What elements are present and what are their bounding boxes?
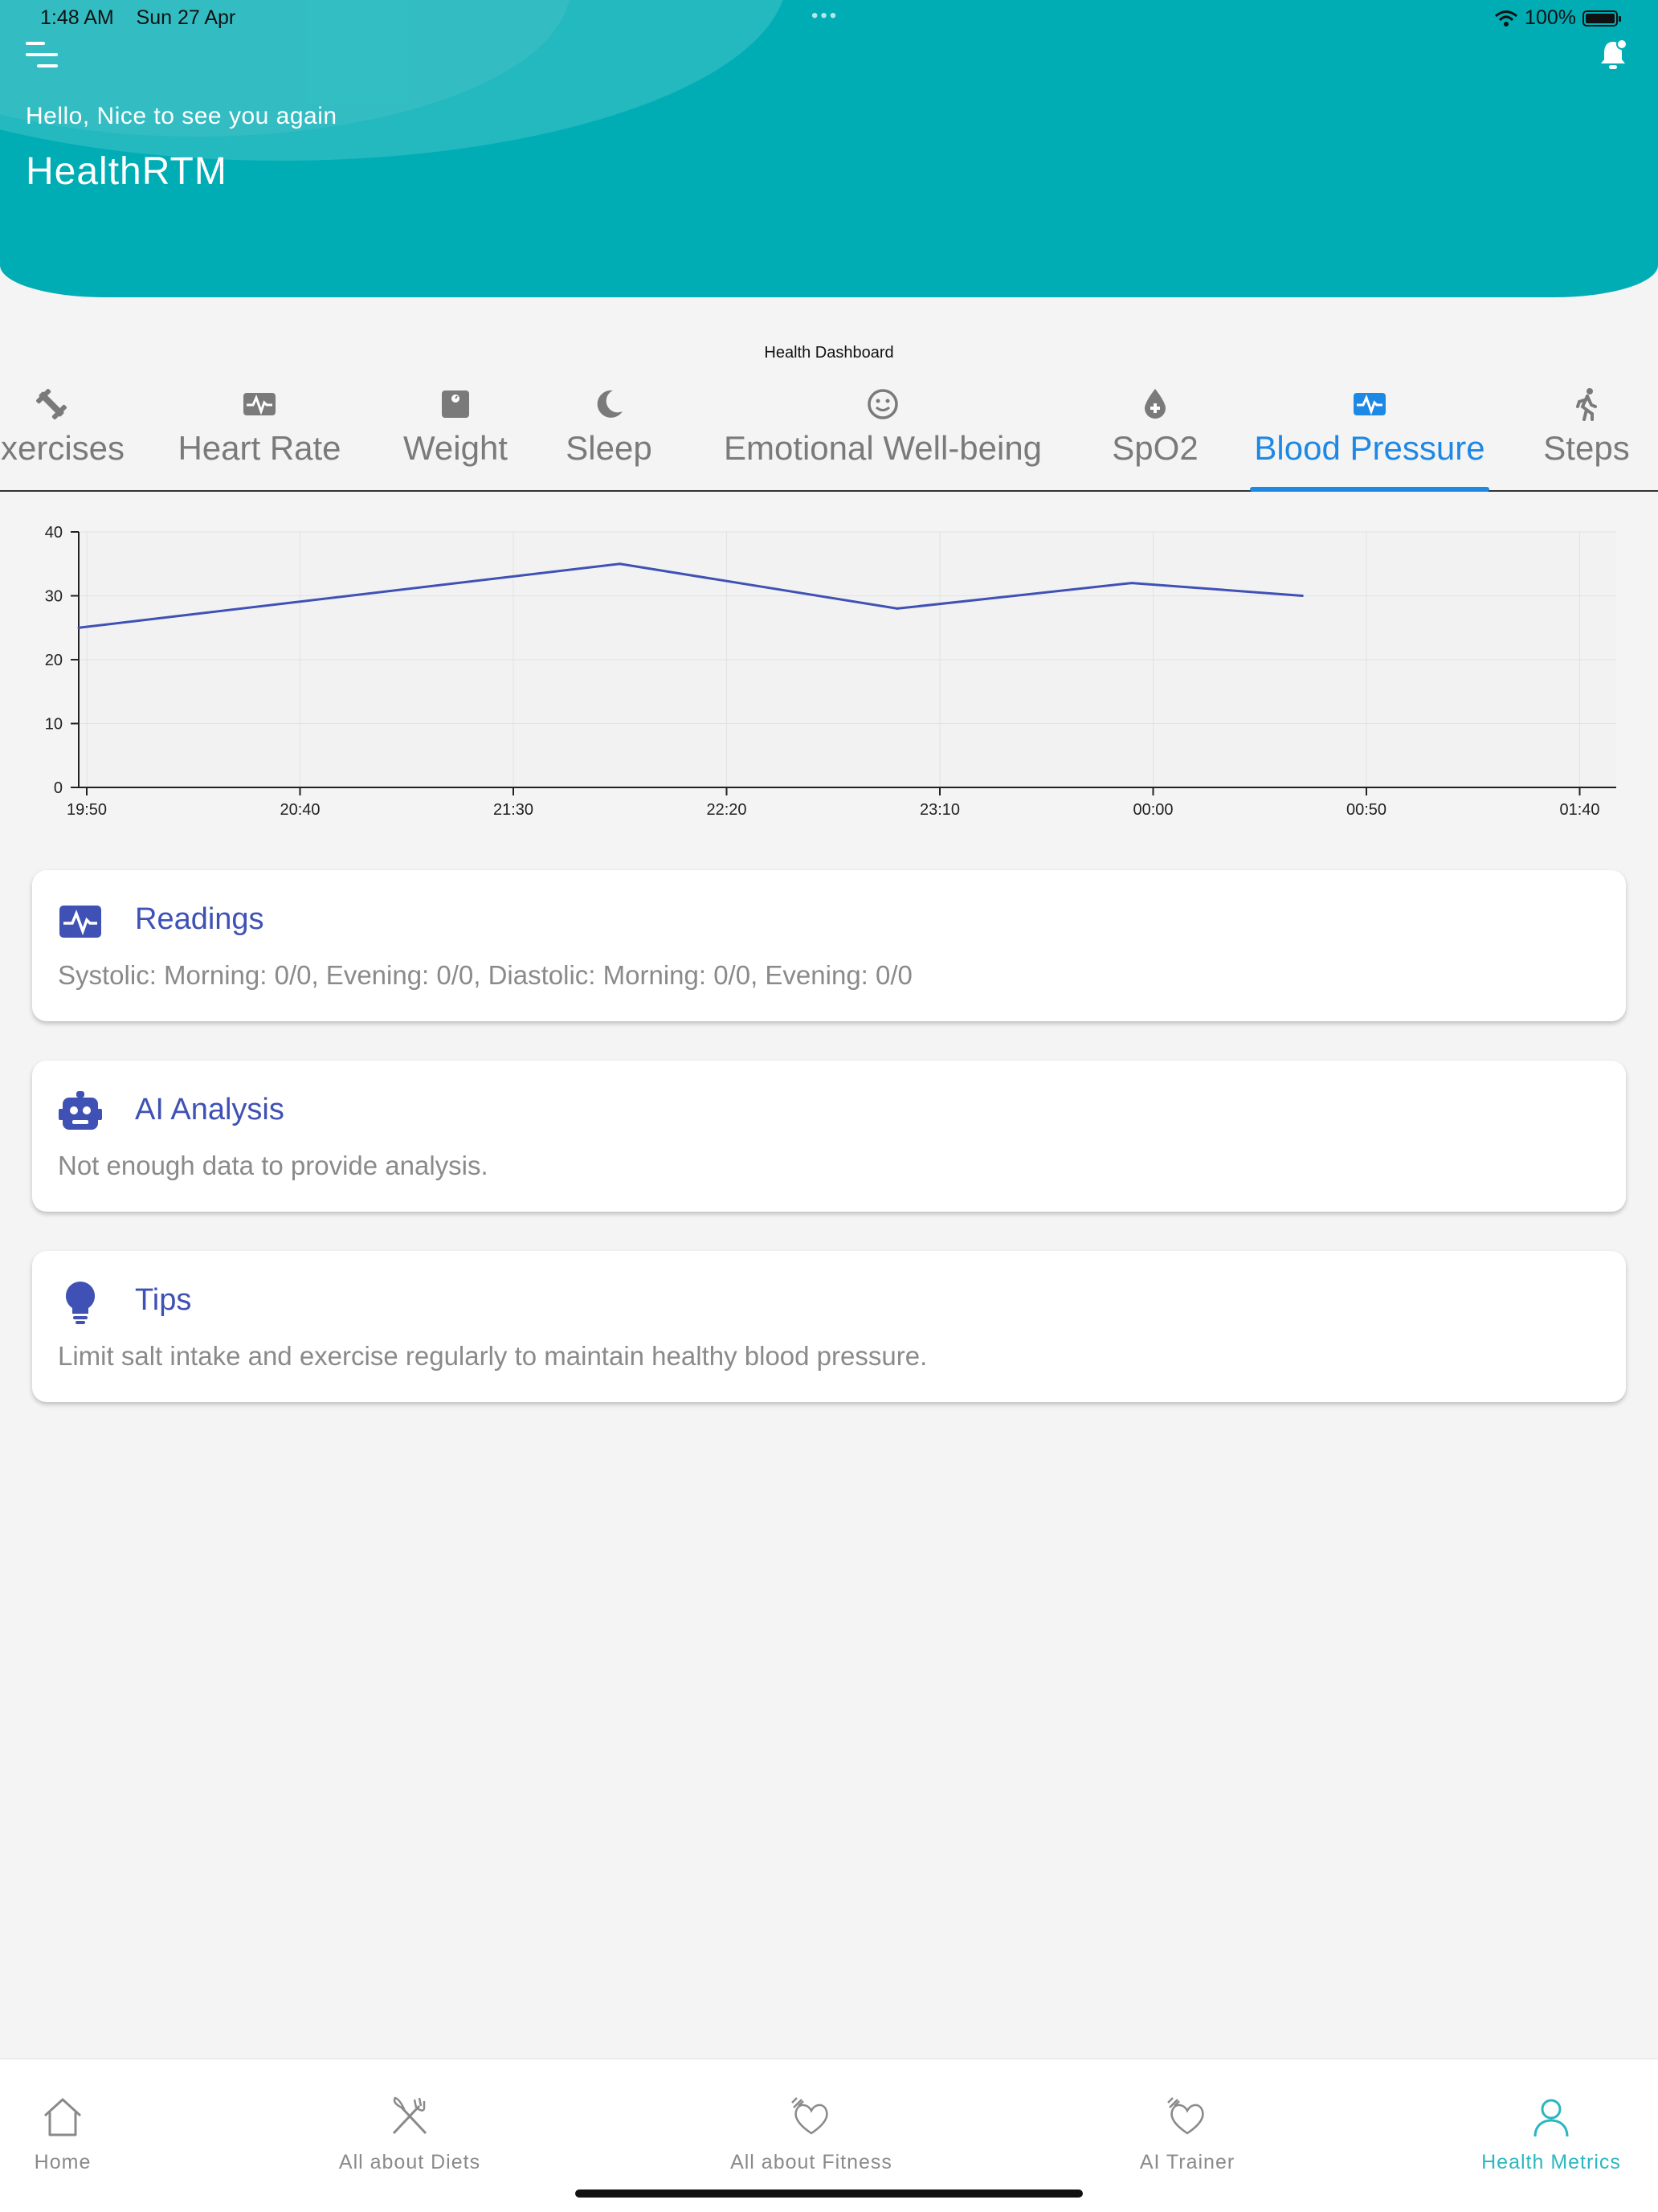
nav-ai-trainer[interactable]: AI Trainer [1118,2059,1256,2180]
smiley-icon [868,389,898,419]
ai-analysis-text: Not enough data to provide analysis. [58,1151,488,1180]
walking-icon [1576,388,1597,421]
greeting-text: Hello, Nice to see you again [26,103,337,129]
blood-drop-icon [1145,389,1166,419]
tab-label: Heart Rate [178,429,341,467]
tab-blood-pressure[interactable]: Blood Pressure [1250,378,1489,492]
tab-label: Emotional Well-being [723,429,1043,467]
tips-card: Tips Limit salt intake and exercise regu… [32,1251,1626,1402]
tab-heart-rate[interactable]: Heart Rate [174,378,345,490]
x-tick-label: 21:30 [493,801,533,819]
tips-text: Limit salt intake and exercise regularly… [58,1341,928,1371]
x-tick-label: 22:20 [706,801,746,819]
tab-spo2[interactable]: SpO2 [1112,378,1199,490]
tab-label: SpO2 [1112,429,1199,467]
data-point [1130,582,1133,585]
line-chart: 0 10 20 30 40 19:50 20:40 21:30 22:20 23:10 00:00 0… [45,524,1616,819]
x-tick-label: 00:00 [1133,801,1173,819]
status-bar-time: 1:48 AM Sun 27 Apr [40,6,235,30]
tab-exercises[interactable]: Exercises [0,378,130,490]
readings-title: Readings [135,902,264,936]
nav-label: Health Metrics [1481,2151,1621,2173]
robot-icon [59,1091,102,1130]
moon-icon [597,390,623,418]
nav-health-metrics[interactable]: Health Metrics [1470,2059,1632,2180]
menu-icon[interactable] [26,39,61,71]
status-time: 1:48 AM [40,6,114,29]
person-icon [1533,2099,1569,2137]
y-tick-label: 0 [54,779,63,797]
nav-label: All about Diets [338,2151,481,2173]
nav-all-about-fitness[interactable]: All about Fitness [707,2059,916,2180]
tab-label: Sleep [566,429,652,467]
x-tick-label: 20:40 [280,801,320,819]
data-point [77,626,80,629]
tab-label: Weight [403,429,508,467]
data-point [1301,595,1304,597]
notification-bell-icon[interactable] [1597,37,1629,72]
blood-pressure-chart: 0 10 20 30 40 19:50 20:40 21:30 22:20 23:10 00:00 0… [0,514,1658,836]
nav-label: All about Fitness [730,2151,892,2173]
tab-weight[interactable]: Weight [397,378,514,490]
data-point [896,607,899,610]
home-icon [43,2098,82,2136]
home-indicator [575,2190,1083,2198]
fork-knife-icon [392,2096,427,2135]
tab-label: Blood Pressure [1254,429,1485,467]
nav-label: Home [34,2151,92,2173]
dumbbell-icon [36,389,67,419]
fitness-heart-icon [791,2097,828,2135]
battery-percent: 100% [1525,6,1576,29]
y-tick-label: 20 [45,652,63,669]
trainer-icon [1167,2097,1204,2135]
battery-icon [1582,10,1621,27]
lightbulb-icon [65,1281,96,1324]
y-tick-label: 30 [45,588,63,606]
scale-icon [442,390,469,418]
readings-text: Systolic: Morning: 0/0, Evening: 0/0, Di… [58,960,913,990]
nav-label: AI Trainer [1139,2151,1235,2173]
x-tick-label: 00:50 [1346,801,1386,819]
metric-tabs: Exercises Heart Rate Weight Sleep Emotio… [0,378,1658,492]
heart-monitor-icon [243,393,276,415]
tab-steps[interactable]: Steps [1541,378,1632,490]
dashboard-title: Health Dashboard [764,344,894,362]
x-tick-label: 19:50 [67,801,107,819]
y-tick-label: 40 [45,524,63,542]
data-point [619,562,622,566]
tab-emotional-wellbeing[interactable]: Emotional Well-being [705,378,1060,490]
tab-label: Steps [1543,429,1630,467]
heart-monitor-icon [59,906,101,938]
tab-sleep[interactable]: Sleep [564,378,654,490]
readings-card: Readings Systolic: Morning: 0/0, Evening… [32,870,1626,1021]
nav-home[interactable]: Home [16,2059,109,2180]
tab-label: Exercises [0,429,125,467]
app-title: HealthRTM [26,150,227,193]
active-tab-indicator [1250,487,1489,492]
ai-analysis-title: AI Analysis [135,1093,284,1126]
x-tick-label: 23:10 [920,801,960,819]
wifi-icon [1495,10,1518,27]
tips-title: Tips [135,1283,192,1317]
y-tick-label: 10 [45,716,63,734]
status-date: Sun 27 Apr [136,6,236,29]
multitasking-dots-icon[interactable]: ••• [811,5,839,27]
x-tick-label: 01:40 [1559,801,1599,819]
heart-monitor-icon [1354,393,1386,415]
ai-analysis-card: AI Analysis Not enough data to provide a… [32,1061,1626,1212]
nav-all-about-diets[interactable]: All about Diets [321,2059,498,2180]
status-bar-right: 100% [1494,6,1621,30]
app-header: 1:48 AM Sun 27 Apr ••• 100% Hello, Nice … [0,0,1658,297]
